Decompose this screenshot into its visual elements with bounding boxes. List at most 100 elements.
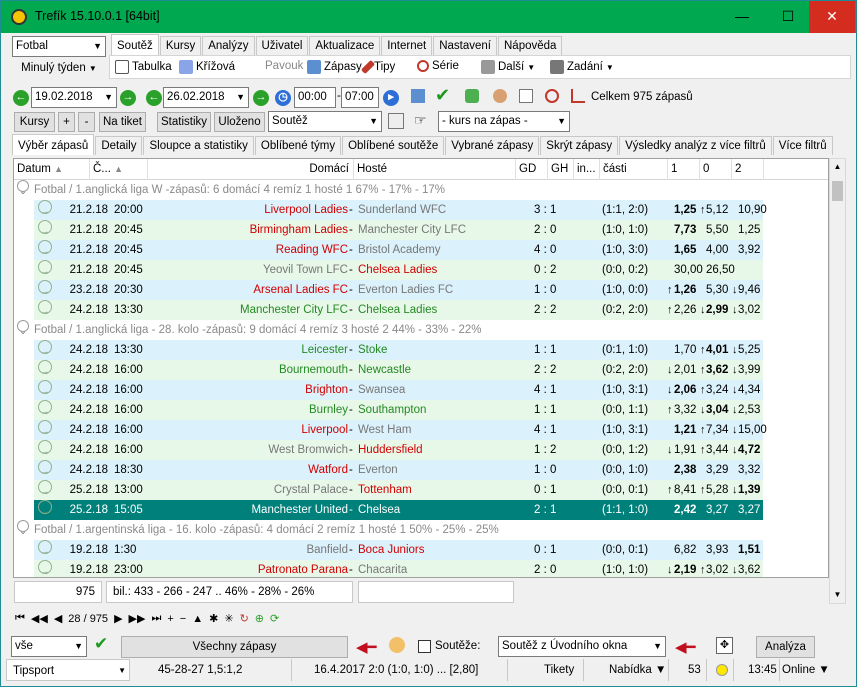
apply-check-icon[interactable]: ✔ xyxy=(94,634,108,654)
table-row[interactable]: → 19.2.18 23:00 Patronato Parana - Chacarita 2… xyxy=(14,560,828,577)
soutez-checkbox[interactable] xyxy=(418,640,431,653)
report-icon[interactable] xyxy=(519,89,533,103)
reload-icon[interactable]: ⟳ xyxy=(270,612,279,625)
zadani-button[interactable]: Zadání ▼ xyxy=(550,60,614,74)
tab-0[interactable]: Soutěž xyxy=(111,34,159,55)
star-icon[interactable]: ✳ xyxy=(224,612,233,625)
grid-icon[interactable] xyxy=(411,89,425,103)
zapasy-button[interactable]: Zápasy xyxy=(307,60,362,74)
table-row[interactable]: → 25.2.18 15:05 Manchester United - Chelsea 2 … xyxy=(14,500,828,520)
col-domaci[interactable]: Domácí xyxy=(148,159,354,180)
pavouk-button[interactable]: Pavouk xyxy=(265,60,303,72)
delete-record-icon[interactable]: − xyxy=(180,613,186,625)
col-datum[interactable]: Datum ▲ xyxy=(14,159,90,180)
search-icon[interactable] xyxy=(545,89,559,103)
subtab-8[interactable]: Více filtrů xyxy=(772,136,833,155)
table-row[interactable]: → 24.2.18 16:00 Brighton - Swansea 4 : 1 (1:0, … xyxy=(14,380,828,400)
soutez-source-select[interactable]: Soutěž z Úvodního okna ▼ xyxy=(498,636,666,657)
table-row[interactable]: → 24.2.18 18:30 Watford - Everton 1 : 0 (0:0, 1… xyxy=(14,460,828,480)
person-icon[interactable] xyxy=(389,637,405,653)
last-record-icon[interactable]: ⏭ xyxy=(151,612,161,625)
prev-record-icon[interactable]: ◀ xyxy=(54,612,62,625)
group-header[interactable]: ⌄ Fotbal / 1.anglická liga W -zápasů: 6 d… xyxy=(14,180,828,200)
table-row[interactable]: → 21.2.18 20:45 Reading WFC - Bristol Academy… xyxy=(14,240,828,260)
refresh-icon[interactable]: ↻ xyxy=(240,612,249,625)
prev-date-to-icon[interactable]: ← xyxy=(146,90,162,106)
first-record-icon[interactable]: ⏮ xyxy=(15,612,25,625)
scroll-up-icon[interactable]: ▲ xyxy=(830,159,845,175)
asterisk-icon[interactable]: ✱ xyxy=(209,612,218,625)
tab-4[interactable]: Aktualizace xyxy=(309,36,381,55)
vertical-scrollbar[interactable]: ▲ ▼ xyxy=(829,158,846,604)
subtab-5[interactable]: Vybrané zápasy xyxy=(445,136,540,155)
plus-button[interactable]: + xyxy=(58,112,75,132)
arrow-left-icon[interactable]: ◀━ xyxy=(675,638,696,656)
kursy-button[interactable]: Kursy xyxy=(14,112,55,132)
table-row[interactable]: → 23.2.18 20:30 Arsenal Ladies FC - Everton L… xyxy=(14,280,828,300)
col-in[interactable]: in... xyxy=(574,159,600,180)
time-next-icon[interactable]: ▸ xyxy=(383,90,399,106)
next-date-to-icon[interactable]: → xyxy=(253,90,269,106)
subtab-3[interactable]: Oblíbené týmy xyxy=(254,136,342,155)
time-icon[interactable]: ◷ xyxy=(275,90,291,106)
ulozeno-button[interactable]: Uloženo xyxy=(214,112,265,132)
sport-select[interactable]: Fotbal ▼ xyxy=(12,36,106,57)
tikety-button[interactable]: Tikety xyxy=(538,659,584,681)
na-tiket-button[interactable]: Na tiket xyxy=(99,112,146,132)
group-header[interactable]: ⌄ Fotbal / 1.anglická liga - 28. kolo -zá… xyxy=(14,320,828,340)
crosshair-icon[interactable]: ✥ xyxy=(716,637,733,654)
subtab-4[interactable]: Oblíbené soutěže xyxy=(342,136,445,155)
tab-1[interactable]: Kursy xyxy=(159,36,202,55)
group-header[interactable]: ⌄ Fotbal / 1.argentinská liga - 16. kolo … xyxy=(14,520,828,540)
filter-icon[interactable] xyxy=(388,113,404,129)
tab-6[interactable]: Nastavení xyxy=(433,36,497,55)
prev-page-icon[interactable]: ◀◀ xyxy=(31,612,48,625)
table-row[interactable]: → 25.2.18 13:00 Crystal Palace - Tottenham 0 :… xyxy=(14,480,828,500)
serie-button[interactable]: Série xyxy=(417,60,459,72)
chart-icon[interactable] xyxy=(571,89,585,103)
online-button[interactable]: Online ▼ xyxy=(776,659,838,681)
minimize-button[interactable]: — xyxy=(719,1,765,33)
statistiky-button[interactable]: Statistiky xyxy=(157,112,211,132)
col-odds-1[interactable]: 1 xyxy=(668,159,700,180)
time-from-field[interactable]: 00:00 xyxy=(294,87,336,108)
scroll-down-icon[interactable]: ▼ xyxy=(830,587,845,603)
prev-date-icon[interactable]: ← xyxy=(13,90,29,106)
subtab-2[interactable]: Sloupce a statistiky xyxy=(143,136,254,155)
kurs-select[interactable]: - kurs na zápas - ▼ xyxy=(438,111,570,132)
col-hoste[interactable]: Hosté xyxy=(354,159,516,180)
nabidka-button[interactable]: Nabídka ▼ xyxy=(603,659,669,681)
next-date-icon[interactable]: → xyxy=(120,90,136,106)
tabulka-button[interactable]: Tabulka xyxy=(115,60,172,74)
tab-5[interactable]: Internet xyxy=(381,36,433,55)
date-to-field[interactable]: 26.02.2018 ▼ xyxy=(163,87,249,108)
table-row[interactable]: → 21.2.18 20:45 Yeovil Town LFC - Chelsea Lad… xyxy=(14,260,828,280)
subtab-7[interactable]: Výsledky analýz z více filtrů xyxy=(619,136,772,155)
tab-3[interactable]: Uživatel xyxy=(255,36,309,55)
table-row[interactable]: → 24.2.18 13:30 Leicester - Stoke 1 : 1 (0:1, 1… xyxy=(14,340,828,360)
date-from-field[interactable]: 19.02.2018 ▼ xyxy=(31,87,117,108)
subtab-6[interactable]: Skrýt zápasy xyxy=(540,136,619,155)
bookmaker-select[interactable]: Tipsport ▼ xyxy=(6,659,130,681)
arrow-left-icon[interactable]: ◀━ xyxy=(356,638,377,656)
time-to-field[interactable]: 07:00 xyxy=(341,87,379,108)
table-row[interactable]: → 21.2.18 20:00 Liverpool Ladies - Sunderland… xyxy=(14,200,828,220)
up-icon[interactable]: ▲ xyxy=(192,613,203,625)
table-row[interactable]: → 19.2.18 1:30 Banfield - Boca Juniors 0 : 1 (0… xyxy=(14,540,828,560)
table-row[interactable]: → 24.2.18 16:00 Burnley - Southampton 1 : 1 (0:… xyxy=(14,400,828,420)
subtab-0[interactable]: Výběr zápasů xyxy=(12,134,95,155)
col-casti[interactable]: části xyxy=(600,159,668,180)
close-button[interactable]: ✕ xyxy=(809,1,855,33)
analyza-button[interactable]: Analýza xyxy=(756,636,815,658)
krizova-button[interactable]: Křížová xyxy=(179,60,235,74)
add-record-icon[interactable]: + xyxy=(167,613,173,625)
tipy-button[interactable]: Tipy xyxy=(360,59,395,75)
minus-button[interactable]: - xyxy=(78,112,95,132)
scroll-thumb[interactable] xyxy=(832,181,843,201)
col-odds-0[interactable]: 0 xyxy=(700,159,732,180)
soutez-select[interactable]: Soutěž ▼ xyxy=(268,111,382,132)
dalsi-button[interactable]: Další ▼ xyxy=(481,60,535,74)
tab-7[interactable]: Nápověda xyxy=(498,36,563,55)
col-gh[interactable]: GH xyxy=(548,159,574,180)
tab-2[interactable]: Analýzy xyxy=(202,36,255,55)
